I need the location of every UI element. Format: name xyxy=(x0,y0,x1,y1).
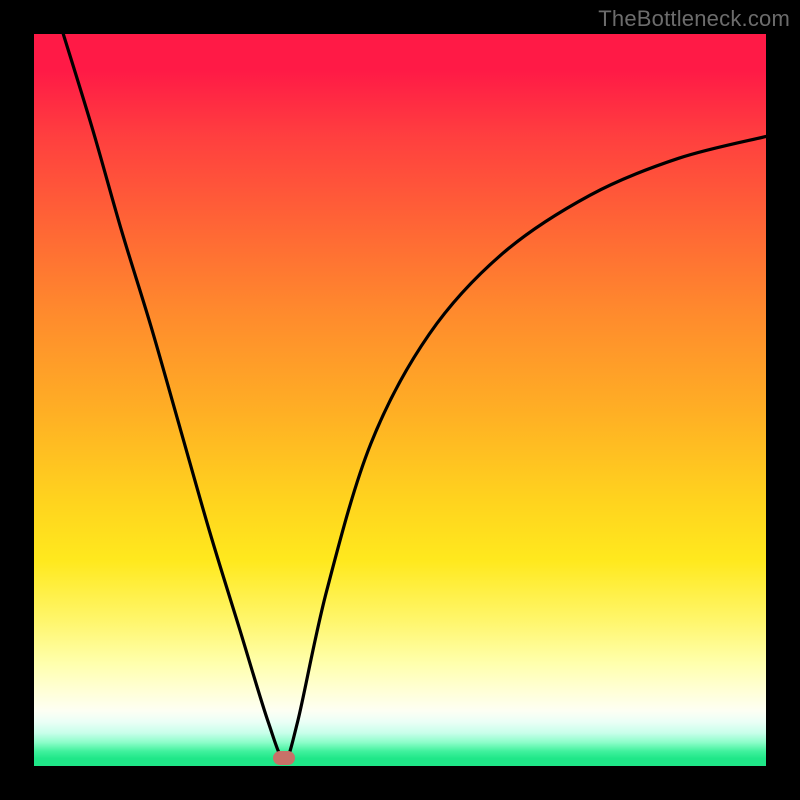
watermark-text: TheBottleneck.com xyxy=(598,6,790,32)
minimum-marker xyxy=(273,751,295,765)
curve-layer xyxy=(34,34,766,766)
bottleneck-curve xyxy=(63,34,766,759)
plot-area xyxy=(34,34,766,766)
chart-frame: TheBottleneck.com xyxy=(0,0,800,800)
